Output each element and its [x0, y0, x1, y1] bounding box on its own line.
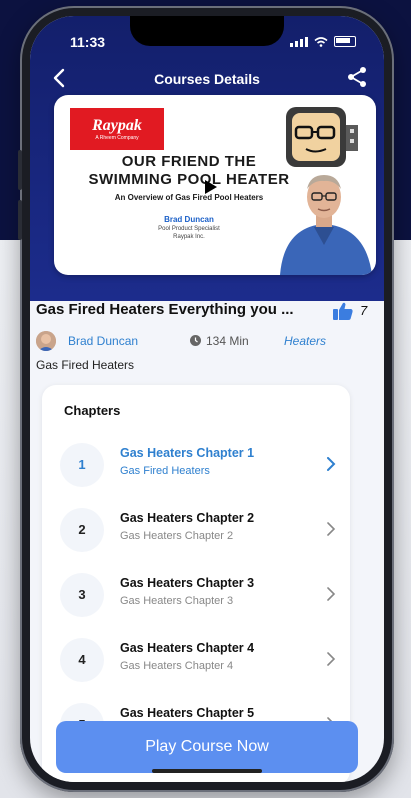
chapter-subtitle: Gas Fired Heaters	[120, 465, 210, 477]
chapter-title: Gas Heaters Chapter 2	[120, 511, 255, 525]
author-avatar	[36, 331, 56, 351]
play-course-button[interactable]: Play Course Now	[56, 721, 358, 773]
page-title: Courses Details	[154, 71, 260, 87]
share-button[interactable]	[346, 66, 368, 88]
chapter-title: Gas Heaters Chapter 1	[120, 446, 255, 460]
chapter-number: 1	[60, 443, 104, 487]
wifi-icon	[314, 36, 328, 47]
video-presenter-name: Brad Duncan	[164, 215, 214, 224]
course-meta: Brad Duncan 134 Min Heaters	[36, 331, 376, 353]
app-screen: 11:33 Courses Details Raypak A Rheem Com…	[30, 16, 384, 782]
chapter-subtitle: Gas Heaters Chapter 2	[120, 530, 234, 542]
chapter-title: Gas Heaters Chapter 3	[120, 576, 255, 590]
chapter-subtitle: Gas Heaters Chapter 4	[120, 660, 234, 672]
chapter-item[interactable]: 3 Gas Heaters Chapter 3 Gas Heaters Chap…	[42, 567, 350, 627]
video-subtitle: An Overview of Gas Fired Pool Heaters	[114, 193, 264, 202]
chapter-number: 2	[60, 508, 104, 552]
raypak-logo: Raypak A Rheem Company	[70, 108, 164, 150]
cartoon-heater-illustration	[286, 107, 358, 167]
chapter-number: 3	[60, 573, 104, 617]
chevron-right-icon	[327, 522, 336, 536]
course-duration: 134 Min	[206, 334, 249, 348]
video-presenter-role: Pool Product Specialist Raypak Inc.	[158, 226, 220, 240]
chevron-right-icon	[327, 457, 336, 471]
video-title-line1: OUR FRIEND THE	[121, 153, 257, 170]
chevron-right-icon	[327, 587, 336, 601]
phone-volume-button	[18, 150, 22, 190]
video-title-line2: SWIMMING POOL HEATER	[88, 171, 290, 188]
play-icon[interactable]	[202, 179, 218, 195]
notch	[130, 16, 284, 46]
chapter-item[interactable]: 4 Gas Heaters Chapter 4 Gas Heaters Chap…	[42, 632, 350, 692]
course-video-thumbnail[interactable]: Raypak A Rheem Company OUR FRIEND THE SW…	[54, 95, 376, 275]
clock-icon	[190, 335, 201, 346]
signal-icon	[290, 36, 308, 47]
home-indicator	[152, 769, 262, 773]
thumbs-up-icon[interactable]	[332, 301, 354, 321]
chapters-heading: Chapters	[64, 403, 121, 418]
course-category-label: Gas Fired Heaters	[36, 358, 135, 372]
like-count: 7	[360, 303, 368, 318]
chapter-title: Gas Heaters Chapter 4	[120, 641, 255, 655]
author-name[interactable]: Brad Duncan	[68, 334, 138, 348]
category-link[interactable]: Heaters	[284, 334, 326, 348]
chapter-subtitle: Gas Heaters Chapter 3	[120, 595, 234, 607]
status-time: 11:33	[70, 34, 106, 50]
chapter-number: 4	[60, 638, 104, 682]
phone-volume-button	[18, 200, 22, 240]
author-avatar-image	[36, 331, 56, 351]
status-icons	[290, 36, 356, 47]
chapter-item[interactable]: 1 Gas Heaters Chapter 1 Gas Fired Heater…	[42, 437, 350, 497]
chevron-right-icon	[327, 652, 336, 666]
course-title: Gas Fired Heaters Everything you ...	[36, 301, 294, 318]
presenter-photo	[280, 175, 372, 275]
chapter-item[interactable]: 2 Gas Heaters Chapter 2 Gas Heaters Chap…	[42, 502, 350, 562]
battery-icon	[334, 36, 356, 47]
chapter-title: Gas Heaters Chapter 5	[120, 706, 255, 720]
